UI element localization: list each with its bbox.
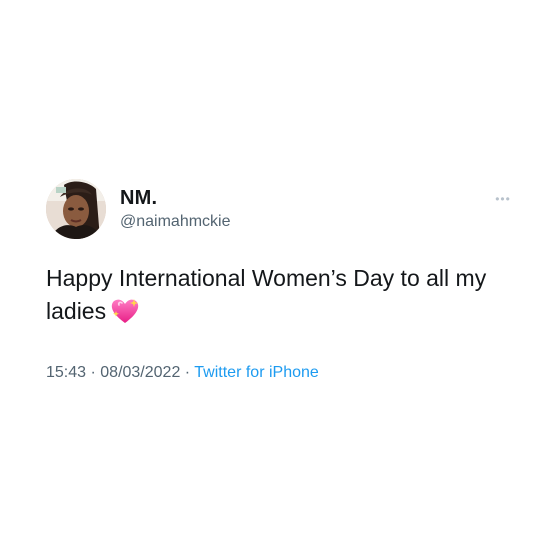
tweet-body: Happy International Women’s Day to all m… bbox=[46, 262, 516, 328]
tweet-date[interactable]: 08/03/2022 bbox=[100, 364, 180, 381]
tweet-header: NM. @naimahmckie ••• bbox=[44, 178, 518, 242]
avatar-photo-icon bbox=[46, 179, 106, 239]
tweet-time[interactable]: 15:43 bbox=[46, 364, 86, 381]
tweet-card: NM. @naimahmckie ••• Happy International… bbox=[44, 178, 518, 388]
avatar[interactable] bbox=[46, 179, 106, 239]
tweet-source-link[interactable]: Twitter for iPhone bbox=[194, 364, 319, 381]
tweet-meta: 15:43 · 08/03/2022 · Twitter for iPhone bbox=[46, 362, 319, 384]
display-name[interactable]: NM. bbox=[120, 186, 231, 210]
user-names: NM. @naimahmckie bbox=[120, 186, 231, 233]
meta-separator: · bbox=[86, 364, 101, 381]
user-handle[interactable]: @naimahmckie bbox=[120, 211, 231, 233]
more-options-icon[interactable]: ••• bbox=[490, 192, 516, 206]
sparkling-heart-icon bbox=[110, 297, 140, 325]
meta-separator: · bbox=[180, 364, 195, 381]
